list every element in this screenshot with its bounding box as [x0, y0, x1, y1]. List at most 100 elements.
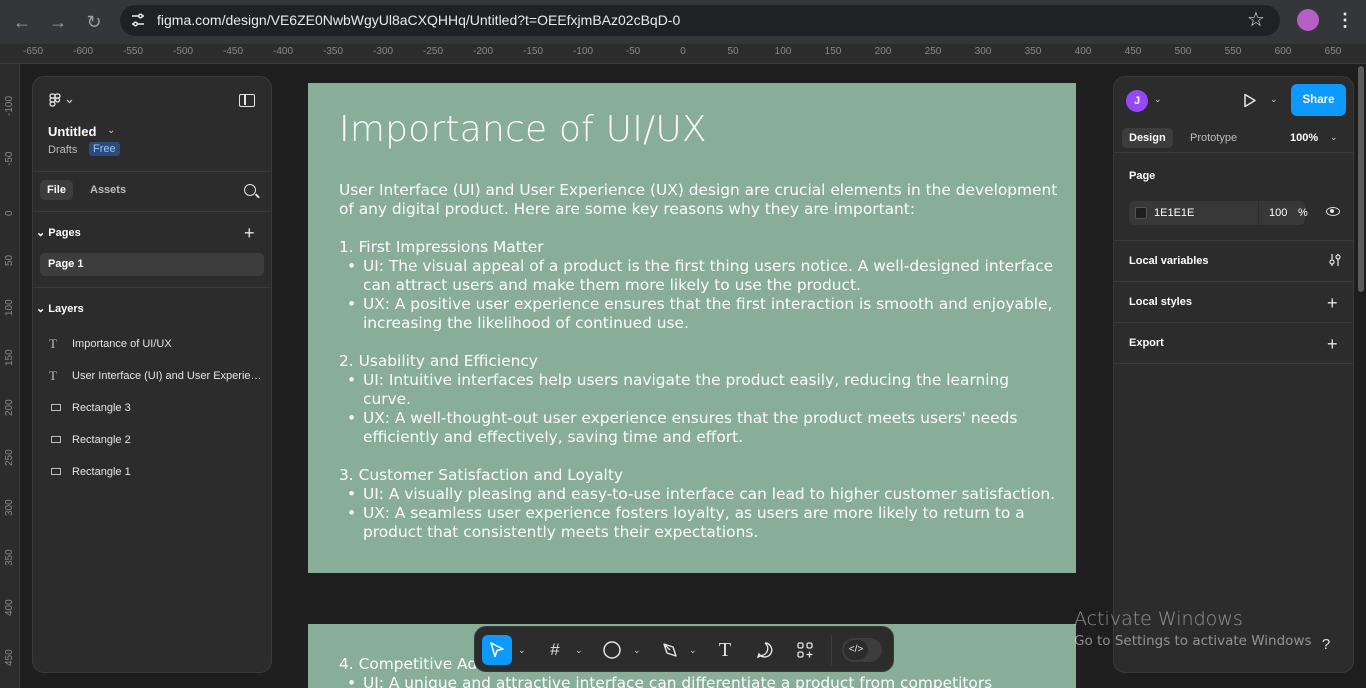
ruler-tick-label: 100: [774, 46, 792, 57]
scrollbar-thumb[interactable]: [1358, 66, 1364, 292]
ruler-tick-label: 50: [4, 254, 15, 266]
chevron-down-icon[interactable]: ⌄: [575, 635, 583, 665]
horizontal-ruler: -650 -600 -550 -500 -450 -400 -350 -300 -250 -200…: [0, 44, 1366, 64]
actions-tool-icon[interactable]: [790, 635, 820, 665]
rectangle-layer-icon: [51, 404, 61, 411]
chevron-down-icon[interactable]: ⌄: [1154, 94, 1162, 105]
divider: [33, 171, 271, 172]
url-text[interactable]: figma.com/design/VE6ZE0NwbWgyUl8aCXQHHq/…: [157, 12, 680, 28]
divider: [831, 635, 832, 665]
intro-line: User Interface (UI) and User Experience …: [339, 181, 1058, 199]
bookmark-star-icon[interactable]: ☆: [1247, 9, 1265, 31]
divider: [1114, 363, 1353, 364]
share-button[interactable]: Share: [1291, 84, 1346, 116]
ruler-tick-label: 350: [4, 549, 15, 566]
add-export-plus-icon[interactable]: +: [1327, 335, 1338, 353]
ruler-tick-label: -450: [222, 46, 244, 57]
ruler-tick-label: 400: [1074, 46, 1092, 57]
tab-prototype[interactable]: Prototype: [1190, 132, 1237, 144]
pages-header[interactable]: ⌄ Pages: [36, 226, 81, 239]
chevron-down-icon[interactable]: ⌄: [1330, 132, 1338, 143]
ruler-tick-label: 150: [4, 349, 15, 366]
chevron-down-icon[interactable]: ⌄: [107, 125, 115, 136]
ruler-tick-label: 300: [974, 46, 992, 57]
sidebar-toggle-icon[interactable]: [239, 94, 255, 107]
shape-tool-ellipse-icon[interactable]: [597, 635, 627, 665]
address-bar[interactable]: figma.com/design/VE6ZE0NwbWgyUl8aCXQHHq/…: [120, 5, 1280, 36]
layer-row[interactable]: Rectangle 3: [49, 400, 264, 420]
bullet-line: UI: A visually pleasing and easy-to-use …: [339, 485, 1059, 504]
intro-line: of any digital product. Here are some ke…: [339, 200, 916, 218]
forward-arrow-icon[interactable]: →: [44, 8, 72, 36]
ruler-tick-label: -400: [272, 46, 294, 57]
ruler-tick-label: -650: [22, 46, 44, 57]
ruler-tick-label: -100: [572, 46, 594, 57]
profile-avatar-icon[interactable]: [1297, 9, 1319, 31]
ruler-tick-label: -350: [322, 46, 344, 57]
text-layer-icon: T: [49, 368, 57, 383]
back-arrow-icon[interactable]: ←: [8, 8, 36, 36]
bullet-line: UX: A positive user experience ensures t…: [339, 295, 1059, 314]
tab-file[interactable]: File: [40, 180, 73, 200]
zoom-level[interactable]: 100%: [1290, 132, 1318, 144]
ruler-tick-label: 200: [4, 399, 15, 416]
divider: [1114, 281, 1353, 282]
divider: [1114, 152, 1353, 153]
local-variables-label[interactable]: Local variables: [1129, 255, 1209, 267]
search-icon[interactable]: [244, 184, 256, 196]
browser-menu-icon[interactable]: ⋮: [1336, 8, 1354, 32]
present-play-icon[interactable]: [1243, 93, 1257, 108]
hex-value[interactable]: 1E1E1E: [1154, 207, 1194, 219]
export-label[interactable]: Export: [1129, 337, 1164, 349]
eye-visibility-icon[interactable]: [1326, 207, 1340, 216]
frame-body-text[interactable]: User Interface (UI) and User Experience …: [339, 181, 1059, 542]
user-avatar[interactable]: J: [1126, 90, 1148, 112]
frame-tool-hash-icon[interactable]: #: [540, 635, 570, 665]
dev-mode-toggle[interactable]: </>: [842, 638, 882, 662]
add-style-plus-icon[interactable]: +: [1327, 294, 1338, 312]
comment-tool-icon[interactable]: [750, 635, 780, 665]
pen-tool-icon[interactable]: [655, 635, 685, 665]
text-tool-icon[interactable]: T: [710, 635, 740, 665]
site-settings-icon[interactable]: [130, 12, 146, 28]
ruler-tick-label: -50: [4, 151, 15, 166]
tab-assets[interactable]: Assets: [90, 184, 126, 196]
ruler-tick-label: 150: [824, 46, 842, 57]
rectangle-layer-icon: [51, 468, 61, 475]
layer-row[interactable]: Rectangle 1: [49, 464, 264, 484]
frame-title[interactable]: Importance of UI/UX: [339, 109, 707, 150]
local-styles-label[interactable]: Local styles: [1129, 296, 1192, 308]
page-item[interactable]: Page 1: [40, 253, 264, 276]
chevron-down-icon[interactable]: ⌄: [518, 635, 526, 665]
layers-header[interactable]: ⌄ Layers: [36, 302, 84, 315]
plan-badge[interactable]: Free: [89, 142, 120, 156]
ruler-tick-label: 50: [727, 46, 739, 57]
ruler-tick-label: -100: [4, 95, 15, 116]
layer-row[interactable]: T Importance of UI/UX: [49, 336, 264, 356]
bullet-line: UI: The visual appeal of a product is th…: [339, 257, 1059, 276]
chevron-down-icon[interactable]: ⌄: [1270, 94, 1278, 105]
opacity-value[interactable]: 100: [1269, 207, 1287, 219]
layer-row[interactable]: Rectangle 2: [49, 432, 264, 452]
move-tool-cursor-icon[interactable]: [482, 635, 512, 665]
help-button[interactable]: ?: [1311, 630, 1341, 660]
bullet-line: UI: Intuitive interfaces help users navi…: [339, 371, 1059, 409]
tab-design[interactable]: Design: [1122, 128, 1173, 148]
bullet-continuation: efficiently and effectively, saving time…: [363, 428, 744, 446]
layer-row[interactable]: T User Interface (UI) and User Experienc…: [49, 368, 264, 388]
text-layer-icon: T: [49, 336, 57, 351]
page-color-field[interactable]: 1E1E1E 100 %: [1129, 201, 1308, 225]
color-swatch[interactable]: [1135, 207, 1147, 219]
chevron-down-icon[interactable]: ⌄: [633, 635, 641, 665]
chevron-down-icon[interactable]: ⌄: [689, 635, 697, 665]
figma-menu-icon[interactable]: [49, 92, 75, 110]
ruler-tick-label: 0: [680, 46, 686, 57]
frame-importance[interactable]: Importance of UI/UX User Interface (UI) …: [308, 83, 1076, 573]
file-title[interactable]: Untitled: [48, 124, 96, 139]
add-page-plus-icon[interactable]: +: [244, 224, 255, 242]
file-location[interactable]: Drafts: [48, 144, 77, 156]
reload-icon[interactable]: ↻: [80, 8, 108, 36]
ruler-tick-label: -300: [372, 46, 394, 57]
variables-sliders-icon[interactable]: [1328, 253, 1342, 267]
vertical-scrollbar[interactable]: [1357, 64, 1366, 688]
